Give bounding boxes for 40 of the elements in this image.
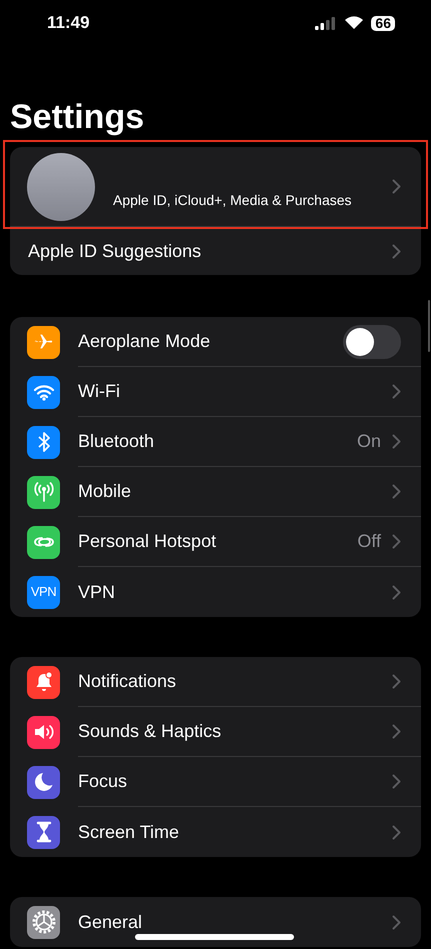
setting-label[interactable]: Focus <box>78 768 392 795</box>
signal-icon <box>315 16 338 30</box>
moon-icon <box>34 772 54 792</box>
chevron-icon <box>392 179 401 194</box>
setting-label[interactable]: Personal Hotspot <box>78 528 358 555</box>
hourglass-icon <box>36 821 52 843</box>
apple-id-suggestions-row[interactable]: Apple ID Suggestions <box>10 227 421 275</box>
chevron-icon <box>392 724 401 739</box>
setting-label[interactable]: Notifications <box>78 668 392 695</box>
setting-label[interactable]: VPN <box>78 578 392 606</box>
chevron-icon <box>392 484 401 499</box>
bluetooth-icon <box>36 431 50 453</box>
setting-label[interactable]: Screen Time <box>78 818 392 846</box>
chevron-icon <box>392 584 401 600</box>
setting-label[interactable]: Mobile <box>78 478 392 505</box>
antenna-icon <box>32 481 56 503</box>
setting-label[interactable]: Bluetooth <box>78 428 357 455</box>
wifi-icon <box>344 16 364 30</box>
toggle-switch[interactable] <box>343 324 401 358</box>
chevron-icon <box>392 824 401 840</box>
wifi-icon <box>32 383 54 401</box>
chevron-icon <box>392 534 401 549</box>
scroll-indicator <box>428 300 430 352</box>
chevron-icon <box>392 914 401 930</box>
setting-label[interactable]: Aeroplane Mode <box>78 328 343 355</box>
status-time: 11:49 <box>47 12 90 34</box>
setting-label[interactable]: Wi-Fi <box>78 378 392 405</box>
battery-level: 66 <box>371 16 395 30</box>
vpn-icon-label: VPN <box>30 583 56 602</box>
chevron-icon <box>392 774 401 789</box>
setting-value: Off <box>357 530 381 553</box>
chevron-icon <box>392 674 401 689</box>
setting-value: On <box>356 430 381 453</box>
page-title: Settings <box>9 97 146 138</box>
setting-label[interactable]: Sounds & Haptics <box>78 718 392 745</box>
apple-id-subtitle: Apple ID, iCloud+, Media & Purchases <box>113 192 352 208</box>
chevron-icon <box>392 244 401 258</box>
apple-id-row[interactable]: Apple ID, iCloud+, Media & Purchases <box>10 147 421 227</box>
chevron-icon <box>392 384 401 399</box>
chevron-icon <box>392 434 401 449</box>
